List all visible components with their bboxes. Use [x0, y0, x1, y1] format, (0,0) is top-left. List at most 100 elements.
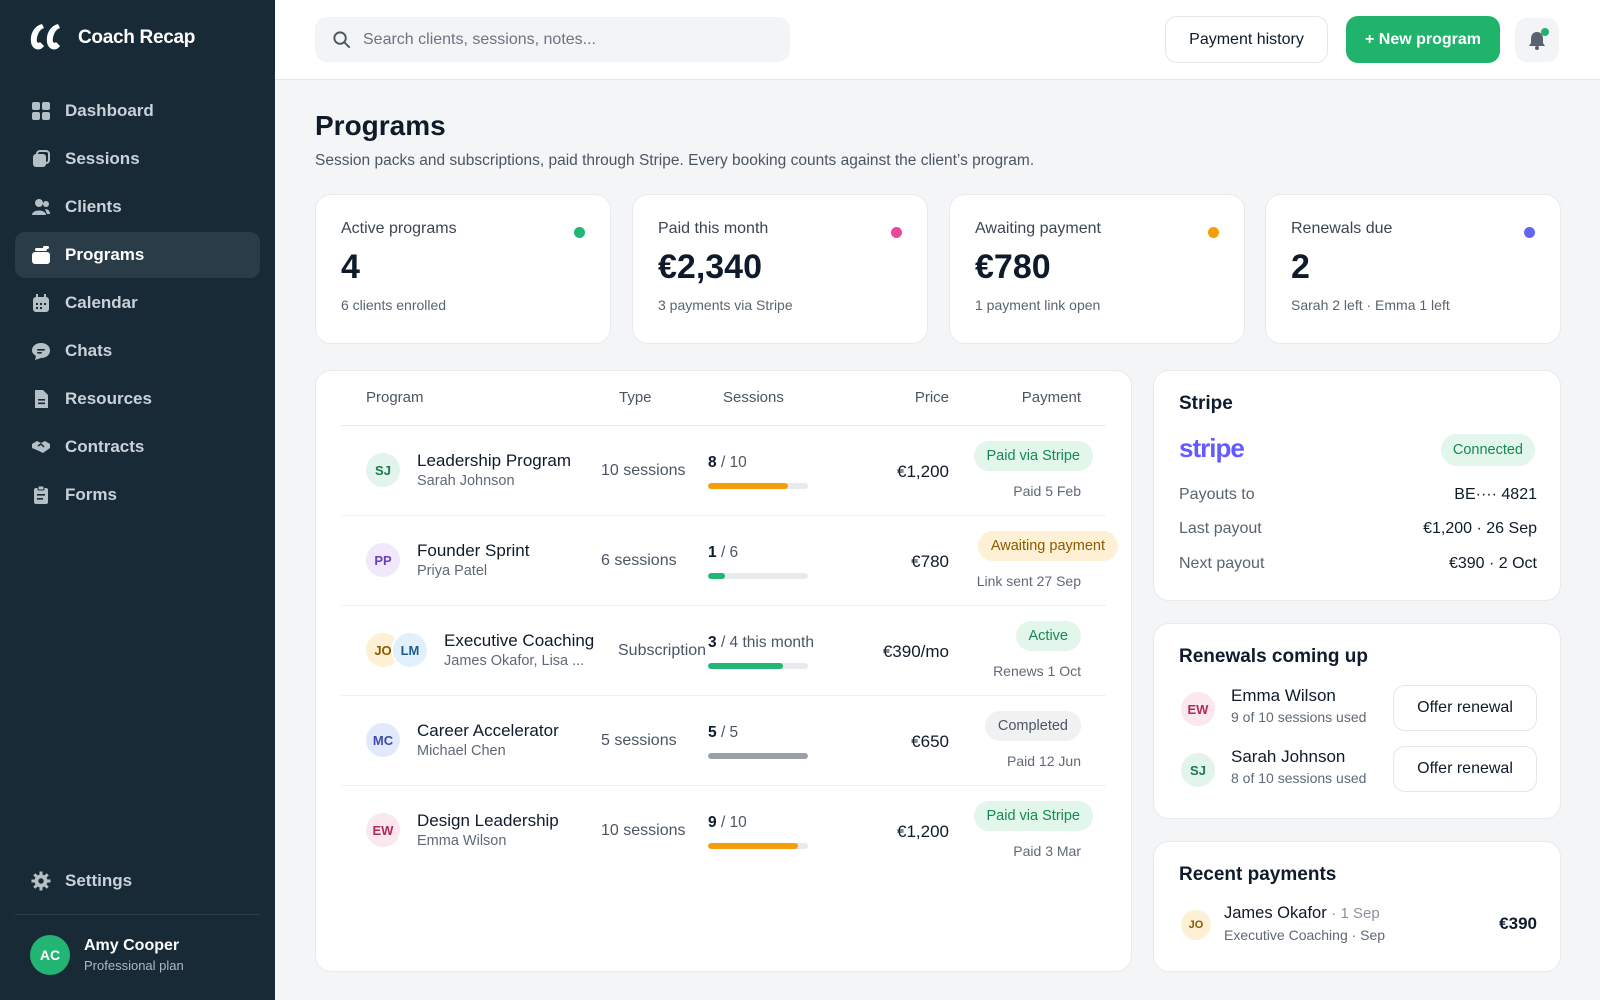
payment-client: James Okafor · 1 Sep: [1224, 904, 1380, 923]
progress-fill: [708, 663, 783, 669]
payment-status-badge: Paid via Stripe: [973, 441, 1093, 471]
renewal-usage: 8 of 10 sessions used: [1231, 770, 1367, 786]
search-input[interactable]: [363, 30, 763, 49]
sidebar-item-chats[interactable]: Chats: [15, 328, 260, 374]
card-title: Stripe: [1179, 393, 1233, 414]
table-row[interactable]: SJ Leadership Program Sarah Johnson 10 s…: [341, 426, 1106, 516]
chat-icon: [31, 341, 51, 361]
program-price: €390/mo: [882, 642, 949, 661]
sessions-used: 3: [708, 634, 717, 651]
grid-icon: [31, 101, 51, 121]
programs-icon: [31, 245, 51, 265]
sidebar-item-label: Settings: [65, 871, 133, 890]
payout-value: BE···· 4821: [1454, 486, 1537, 503]
program-client: James Okafor, Lisa ...: [444, 653, 585, 669]
sidebar-divider: [15, 914, 260, 915]
program-client: Priya Patel: [417, 563, 488, 579]
sidebar-item-programs[interactable]: Programs: [15, 232, 260, 278]
stat-value: 2: [1291, 248, 1310, 286]
user-profile[interactable]: AC Amy Cooper Professional plan: [30, 935, 184, 975]
sidebar: Coach Recap Dashboard Sessions Clients P…: [0, 0, 275, 1000]
offer-renewal-button[interactable]: Offer renewal: [1393, 746, 1537, 792]
sessions-count: 3 / 4 this month: [708, 634, 814, 652]
sidebar-nav: Dashboard Sessions Clients Programs Cale…: [15, 88, 260, 520]
sessions-count: 8 / 10: [708, 454, 747, 472]
sidebar-item-settings[interactable]: Settings: [15, 858, 260, 904]
program-price: €1,200: [897, 462, 949, 481]
sidebar-item-label: Forms: [65, 485, 117, 504]
stripe-card: Stripe stripe Connected Payouts to BE····…: [1153, 370, 1561, 601]
search-bar[interactable]: [315, 17, 790, 62]
status-badge: Connected: [1440, 434, 1535, 466]
payout-row: Next payout €390 · 2 Oct: [1179, 555, 1537, 573]
sidebar-item-dashboard[interactable]: Dashboard: [15, 88, 260, 134]
table-row[interactable]: MC Career Accelerator Michael Chen 5 ses…: [341, 696, 1106, 786]
brand[interactable]: Coach Recap: [28, 22, 195, 54]
stat-card-active-programs: Active programs 4 6 clients enrolled: [315, 194, 611, 344]
avatar: SJ: [364, 451, 402, 489]
avatar: MC: [364, 721, 402, 759]
program-price: €650: [911, 732, 949, 751]
sidebar-item-label: Contracts: [65, 437, 145, 456]
program-client: Sarah Johnson: [417, 473, 515, 489]
sessions-used: 5: [708, 724, 717, 741]
sidebar-item-forms[interactable]: Forms: [15, 472, 260, 518]
sidebar-item-sessions[interactable]: Sessions: [15, 136, 260, 182]
sessions-used: 8: [708, 454, 717, 471]
payment-status-badge: Paid via Stripe: [973, 801, 1093, 831]
program-type: 10 sessions: [601, 462, 686, 479]
card-title: Renewals coming up: [1179, 646, 1368, 667]
renewal-usage: 9 of 10 sessions used: [1231, 709, 1367, 725]
notifications-button[interactable]: [1515, 18, 1559, 62]
sidebar-item-label: Programs: [65, 245, 145, 264]
payment-date: · 1 Sep: [1331, 905, 1380, 922]
stat-value: 4: [341, 248, 360, 286]
table-row[interactable]: EW Design Leadership Emma Wilson 10 sess…: [341, 786, 1106, 876]
payout-value: €390 · 2 Oct: [1448, 555, 1537, 572]
payout-key: Payouts to: [1179, 486, 1255, 503]
stat-note: 6 clients enrolled: [341, 297, 447, 313]
payment-status-badge: Awaiting payment: [977, 531, 1118, 561]
document-icon: [31, 389, 51, 409]
list-item[interactable]: JO James Okafor · 1 Sep Executive Coachi…: [1179, 903, 1537, 951]
sidebar-item-resources[interactable]: Resources: [15, 376, 260, 422]
column-header-price[interactable]: Price: [915, 389, 949, 406]
column-header-payment[interactable]: Payment: [1022, 389, 1081, 406]
sessions-progress-bar: [708, 753, 808, 759]
sidebar-item-contracts[interactable]: Contracts: [15, 424, 260, 470]
stat-label: Paid this month: [658, 220, 769, 237]
sidebar-item-calendar[interactable]: Calendar: [15, 280, 260, 326]
progress-fill: [708, 573, 725, 579]
avatar: LM: [391, 631, 429, 669]
status-dot: [574, 227, 585, 238]
program-name: Leadership Program: [417, 451, 572, 470]
renewal-client-name: Sarah Johnson: [1231, 747, 1346, 766]
payment-note: Paid 12 Jun: [1007, 753, 1081, 769]
table-row[interactable]: JO LM Executive Coaching James Okafor, L…: [341, 606, 1106, 696]
sidebar-item-clients[interactable]: Clients: [15, 184, 260, 230]
avatar: AC: [30, 935, 70, 975]
stat-label: Active programs: [341, 220, 457, 237]
list-item: SJ Sarah Johnson 8 of 10 sessions used O…: [1179, 746, 1537, 794]
program-price: €780: [911, 552, 949, 571]
stat-note: Sarah 2 left · Emma 1 left: [1291, 297, 1450, 313]
renewals-card: Renewals coming up EW Emma Wilson 9 of 1…: [1153, 623, 1561, 819]
stripe-logo: stripe: [1179, 433, 1245, 463]
program-type: 5 sessions: [601, 732, 677, 749]
search-icon: [333, 31, 351, 49]
column-header-sessions[interactable]: Sessions: [723, 389, 784, 406]
column-header-type[interactable]: Type: [619, 389, 652, 406]
payment-amount: €390: [1499, 914, 1537, 933]
sidebar-item-label: Dashboard: [65, 101, 154, 120]
payment-note: Paid 3 Mar: [1013, 843, 1081, 859]
stat-card-paid-this-month: Paid this month €2,340 3 payments via St…: [632, 194, 928, 344]
offer-renewal-button[interactable]: Offer renewal: [1393, 685, 1537, 731]
column-header-program[interactable]: Program: [366, 389, 424, 406]
program-client: Emma Wilson: [417, 833, 507, 849]
sessions-total: / 10: [720, 814, 747, 831]
table-row[interactable]: PP Founder Sprint Priya Patel 6 sessions…: [341, 516, 1118, 606]
avatar: SJ: [1179, 751, 1217, 789]
payment-history-button[interactable]: Payment history: [1165, 16, 1328, 63]
new-program-button[interactable]: + New program: [1346, 16, 1500, 63]
list-item: EW Emma Wilson 9 of 10 sessions used Off…: [1179, 685, 1537, 733]
